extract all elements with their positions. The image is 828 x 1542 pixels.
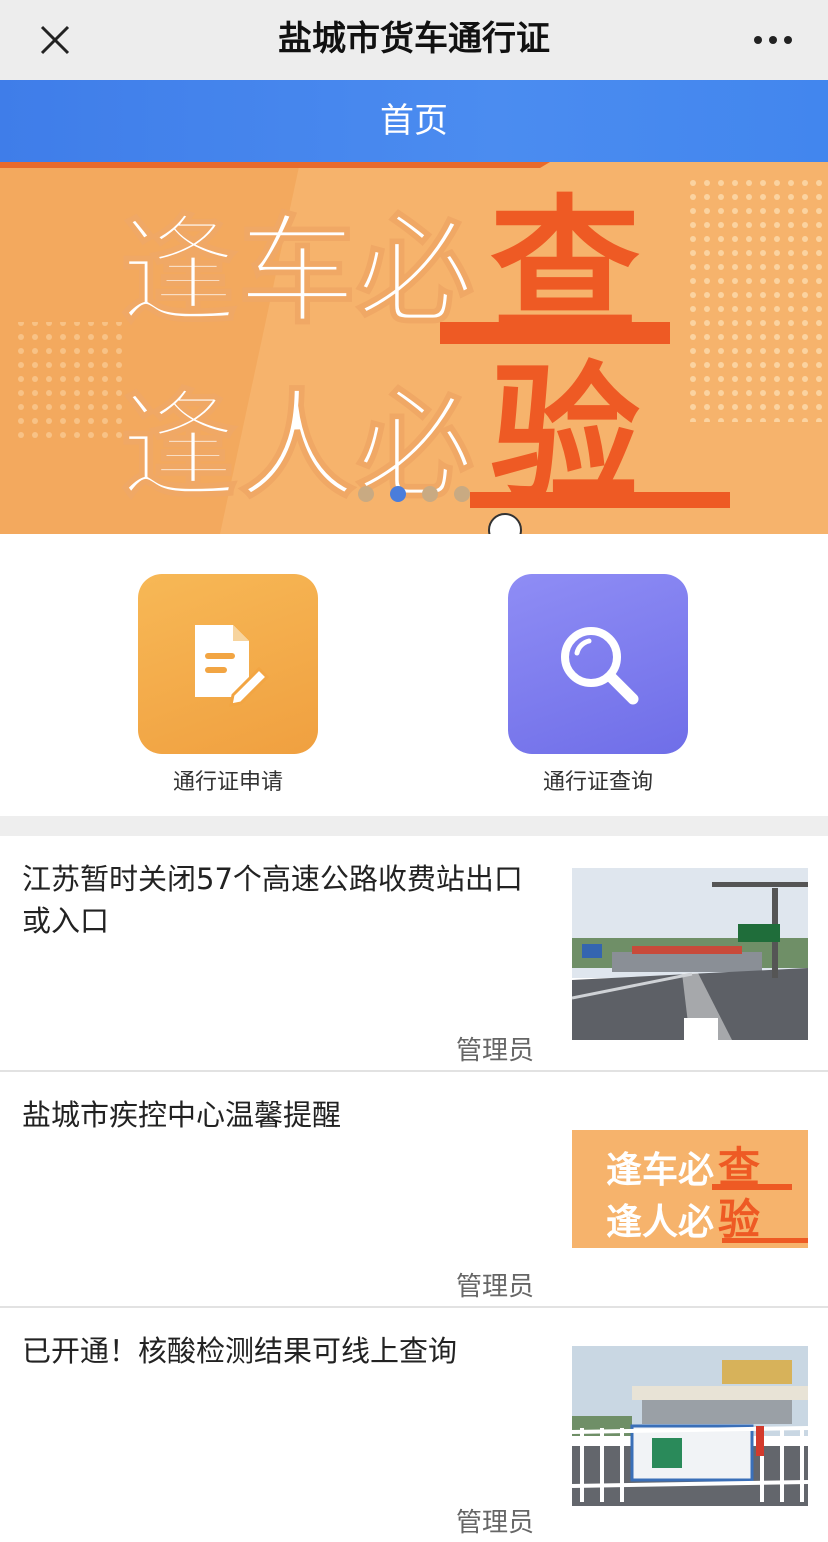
news-thumbnail <box>572 868 808 1040</box>
carousel-dot[interactable] <box>390 486 406 502</box>
slogan-banner-thumbnail: 逢车必 查 逢人必 验 <box>572 1130 808 1248</box>
top-bar: 盐城市货车通行证 <box>0 0 828 80</box>
carousel-dot[interactable] <box>422 486 438 502</box>
carousel-indicator <box>0 486 828 502</box>
permit-query-button[interactable]: 通行证查询 <box>478 574 718 796</box>
permit-apply-tile <box>138 574 318 754</box>
nav-bar: 首页 <box>0 80 828 162</box>
banner-text-line1: 逢车必 <box>120 202 474 340</box>
page-title: 首页 <box>380 101 448 141</box>
news-title: 已开通！核酸检测结果可线上查询 <box>22 1334 458 1368</box>
thumb-text-line2-highlight: 验 <box>718 1195 760 1244</box>
carousel-dot[interactable] <box>358 486 374 502</box>
permit-apply-label: 通行证申请 <box>172 770 283 795</box>
thumb-text-line2: 逢人必 <box>606 1202 714 1243</box>
toll-station-photo <box>572 1346 808 1506</box>
news-item[interactable]: 已开通！核酸检测结果可线上查询 管理员 <box>0 1308 828 1542</box>
carousel-dot[interactable] <box>454 486 470 502</box>
more-button[interactable] <box>748 20 798 60</box>
more-dots-icon <box>754 36 792 44</box>
news-author: 管理员 <box>456 1272 535 1302</box>
news-thumbnail: 逢车必 查 逢人必 验 <box>572 1130 808 1248</box>
permit-apply-button[interactable]: 通行证申请 <box>108 574 348 796</box>
news-item[interactable]: 盐城市疾控中心温馨提醒 管理员 逢车必 查 逢人必 验 <box>0 1072 828 1308</box>
permit-query-label: 通行证查询 <box>542 770 653 795</box>
banner-text-line1-highlight: 查 <box>490 182 640 356</box>
thumb-text-line1-highlight: 查 <box>718 1143 760 1192</box>
permit-query-tile <box>508 574 688 754</box>
news-author: 管理员 <box>456 1036 535 1066</box>
news-author: 管理员 <box>456 1508 535 1538</box>
section-divider <box>0 816 828 836</box>
banner-slide: 逢车必 查 逢人必 验 <box>0 162 828 534</box>
window-title: 盐城市货车通行证 <box>278 19 550 59</box>
highway-photo <box>572 868 808 1040</box>
document-edit-icon <box>195 625 270 707</box>
thumb-text-line1: 逢车必 <box>606 1150 714 1191</box>
quick-actions: 通行证申请 通行证查询 <box>0 534 828 816</box>
news-item[interactable]: 江苏暂时关闭57个高速公路收费站出口或入口 管理员 <box>0 836 828 1072</box>
news-title: 盐城市疾控中心温馨提醒 <box>22 1098 342 1132</box>
banner-carousel[interactable]: 逢车必 查 逢人必 验 <box>0 162 828 534</box>
search-icon <box>561 627 639 705</box>
news-thumbnail <box>572 1346 808 1506</box>
news-title: 江苏暂时关闭57个高速公路收费站出口或入口 <box>22 862 523 938</box>
